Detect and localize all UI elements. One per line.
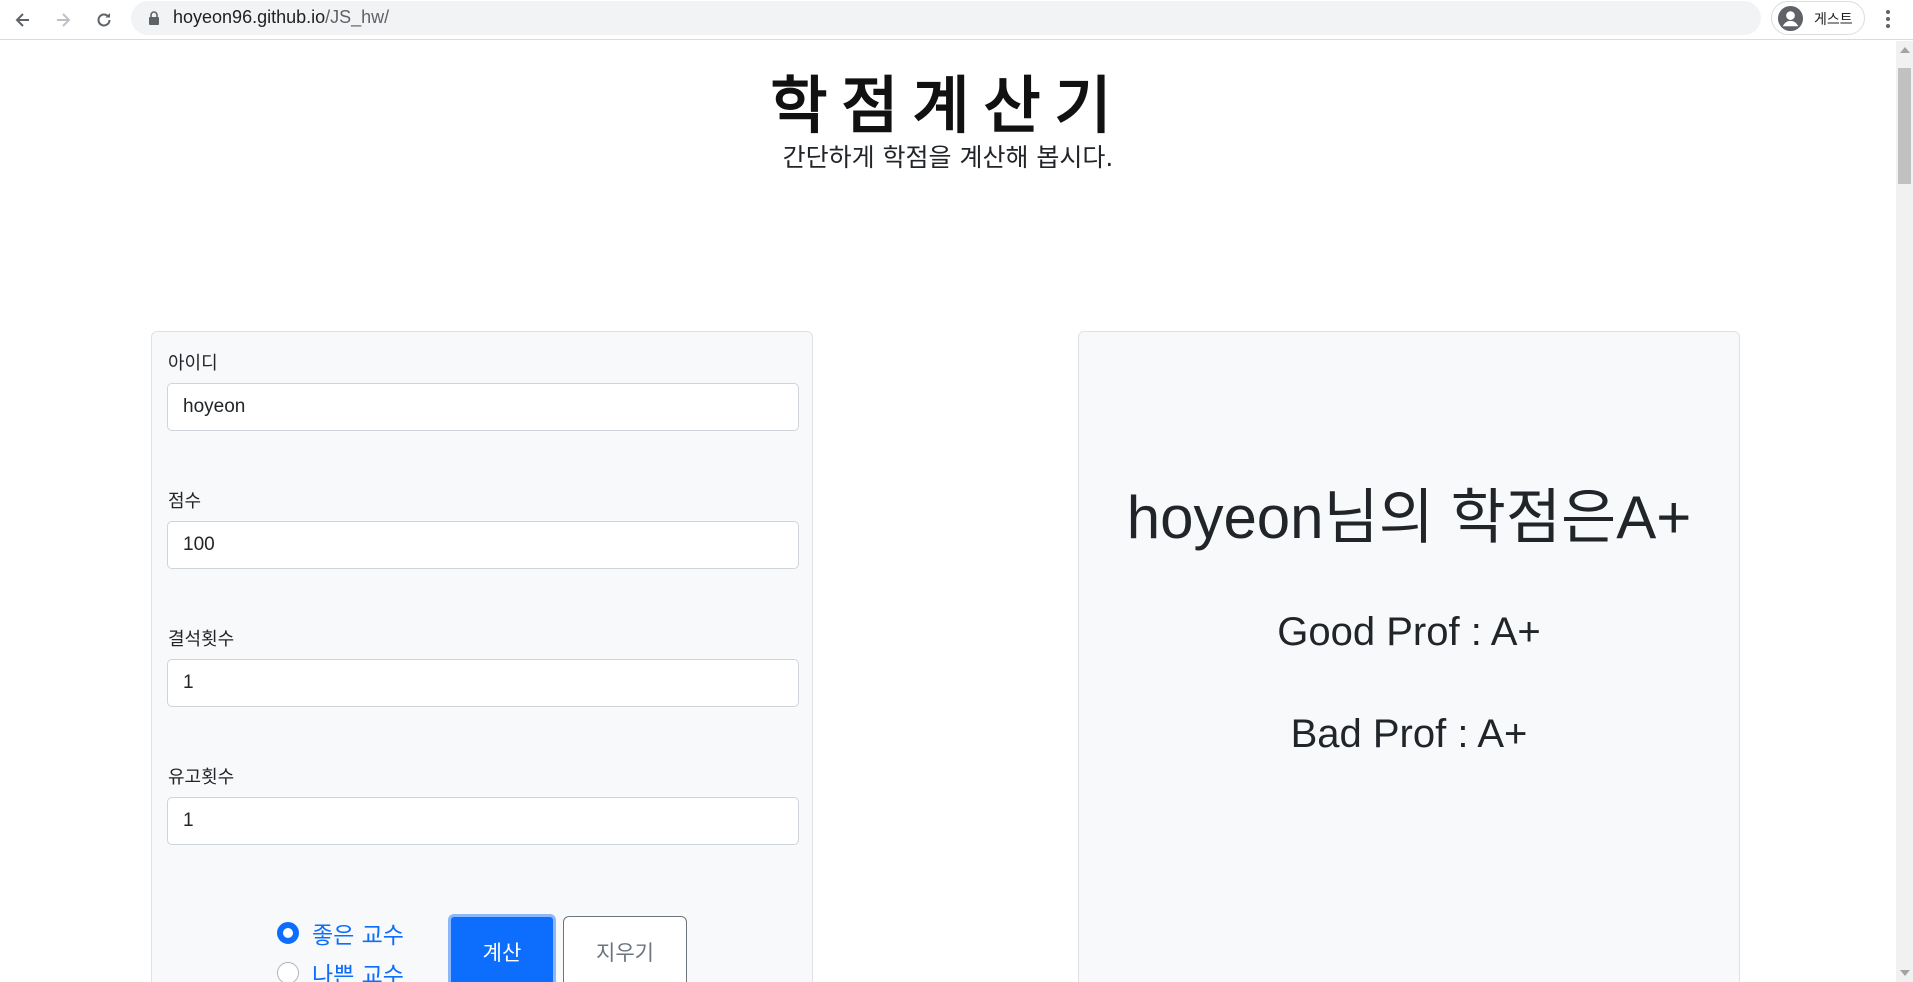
- score-label: 점수: [168, 491, 202, 512]
- profile-button[interactable]: 게스트: [1771, 1, 1865, 35]
- absence-input[interactable]: [167, 659, 799, 707]
- calculate-button[interactable]: 계산: [448, 914, 556, 982]
- page-subtitle: 간단하게 학점을 계산해 봅시다.: [782, 143, 1114, 172]
- radio-bad-prof-label[interactable]: 나쁜 교수: [312, 956, 404, 982]
- scroll-down-arrow-icon[interactable]: [1900, 970, 1910, 976]
- url-text: hoyeon96.github.io/JS_hw/: [173, 7, 389, 28]
- reload-icon[interactable]: [89, 5, 119, 35]
- lock-icon: [149, 11, 159, 25]
- page-title: 학점계산기: [770, 69, 1126, 142]
- profile-label: 게스트: [1814, 12, 1853, 28]
- radio-good-prof-control[interactable]: [277, 922, 299, 944]
- score-input[interactable]: [167, 521, 799, 569]
- more-menu-icon[interactable]: [1876, 4, 1900, 34]
- bad-prof-result: Bad Prof : A+: [1290, 712, 1528, 756]
- id-input[interactable]: [167, 383, 799, 431]
- radio-good-prof[interactable]: 좋은 교수: [277, 916, 404, 950]
- browser-toolbar: hoyeon96.github.io/JS_hw/ 게스트: [0, 0, 1913, 40]
- page-scrollbar[interactable]: [1896, 41, 1913, 982]
- late-input[interactable]: [167, 797, 799, 845]
- radio-good-prof-label[interactable]: 좋은 교수: [312, 916, 404, 950]
- scroll-thumb[interactable]: [1898, 68, 1911, 184]
- radio-bad-prof[interactable]: 나쁜 교수: [277, 956, 404, 982]
- back-arrow-icon[interactable]: [8, 5, 38, 35]
- url-host: hoyeon96.github.io: [173, 7, 326, 27]
- scroll-up-arrow-icon[interactable]: [1900, 47, 1910, 53]
- good-prof-result: Good Prof : A+: [1277, 610, 1541, 654]
- result-grade-text: hoyeon님의 학점은A+: [1126, 484, 1692, 551]
- clear-button[interactable]: 지우기: [563, 916, 687, 982]
- address-bar[interactable]: hoyeon96.github.io/JS_hw/: [131, 1, 1761, 35]
- late-label: 유고횟수: [168, 767, 235, 788]
- absence-label: 결석횟수: [168, 629, 235, 650]
- url-path: /JS_hw/: [325, 7, 390, 27]
- guest-avatar-icon: [1777, 5, 1804, 32]
- forward-arrow-icon[interactable]: [48, 5, 78, 35]
- result-card: hoyeon님의 학점은A+ Good Prof : A+ Bad Prof :…: [1078, 331, 1740, 982]
- grade-form-card: 아이디 점수 결석횟수 유고횟수 좋은 교수 나쁜 교수 계산 지우기: [151, 331, 813, 982]
- id-label: 아이디: [168, 353, 218, 374]
- radio-bad-prof-control[interactable]: [277, 962, 299, 982]
